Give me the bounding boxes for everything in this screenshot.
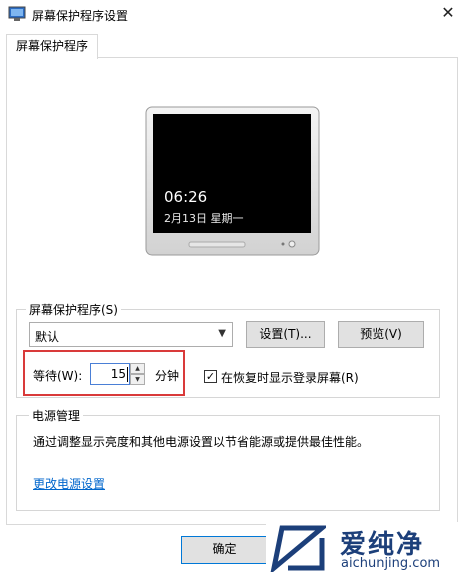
resume-login-label[interactable]: 在恢复时显示登录屏幕(R) — [221, 369, 359, 386]
close-icon[interactable]: ✕ — [437, 2, 459, 24]
wait-minutes-stepper[interactable]: ▲ ▼ — [130, 363, 145, 385]
power-description: 通过调整显示亮度和其他电源设置以节省能源或提供最佳性能。 — [33, 435, 370, 449]
screensaver-select[interactable]: 默认 ▼ — [29, 322, 233, 347]
change-power-settings-link[interactable]: 更改电源设置 — [33, 475, 105, 492]
resume-login-checkbox[interactable]: ✓ — [204, 370, 217, 383]
spin-up-icon[interactable]: ▲ — [130, 363, 145, 374]
watermark-logo-icon — [270, 525, 326, 572]
preview-time: 06:26 — [164, 188, 208, 206]
power-group-label: 电源管理 — [29, 407, 84, 424]
spin-down-icon[interactable]: ▼ — [130, 374, 145, 385]
settings-button[interactable]: 设置(T)... — [246, 321, 325, 348]
wait-unit-label: 分钟 — [155, 369, 180, 383]
text-caret — [127, 367, 128, 382]
screensaver-app-icon — [8, 6, 26, 21]
watermark-url: aichunjing.com — [341, 556, 441, 571]
monitor-preview — [145, 106, 320, 256]
power-group — [16, 415, 440, 511]
window-title: 屏幕保护程序设置 — [32, 9, 129, 23]
ok-button[interactable]: 确定 — [181, 536, 268, 564]
preview-date: 2月13日 星期一 — [164, 212, 244, 225]
wait-minutes-input[interactable]: 15 — [90, 363, 130, 385]
screensaver-group-label: 屏幕保护程序(S) — [26, 301, 121, 318]
wait-minutes-value: 15 — [110, 367, 126, 381]
chevron-down-icon: ▼ — [218, 328, 226, 339]
preview-button[interactable]: 预览(V) — [338, 321, 424, 348]
tab-screensaver[interactable]: 屏幕保护程序 — [6, 34, 98, 59]
wait-label: 等待(W): — [33, 369, 83, 383]
screensaver-selected-value: 默认 — [35, 330, 60, 344]
